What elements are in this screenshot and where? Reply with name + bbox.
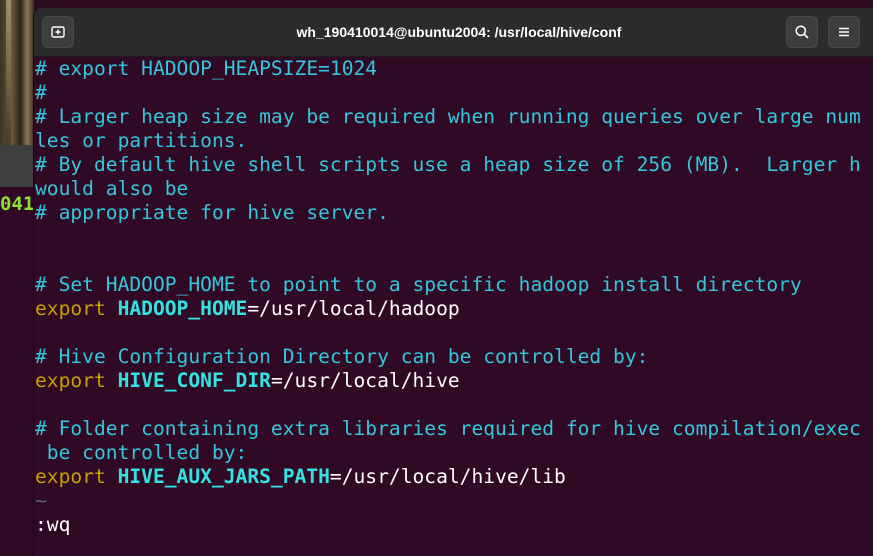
variable-name: HIVE_CONF_DIR [117,369,271,392]
export-keyword: export [35,369,106,392]
background-terminal[interactable] [0,187,34,550]
comment-line: # appropriate for hive server. [35,201,389,224]
comment-line: # Hive Configuration Directory can be co… [35,345,649,368]
export-line-hive-conf-dir: export HIVE_CONF_DIR=/usr/local/hive [35,369,873,393]
comment-line: les or partitions. [35,129,248,152]
new-tab-button[interactable] [42,16,74,48]
comment-line: # [35,81,47,104]
comment-line: # By default hive shell scripts use a he… [35,153,861,176]
title-bar[interactable]: wh_190410014@ubuntu2004: /usr/local/hive… [34,8,873,57]
variable-value: =/usr/local/hadoop [247,297,460,320]
background-window-bar [0,145,34,187]
variable-value: =/usr/local/hive/lib [329,465,566,488]
variable-value: =/usr/local/hive [270,369,460,392]
variable-name: HADOOP_HOME [117,297,248,320]
vim-command-line[interactable]: :wq [35,513,873,537]
background-terminal-text: 0410014 [0,193,34,215]
terminal-window[interactable]: wh_190410014@ubuntu2004: /usr/local/hive… [33,8,873,556]
comment-line: would also be [35,177,189,200]
export-keyword: export [35,465,106,488]
comment-line: # Folder containing extra libraries requ… [35,417,861,440]
export-line-hadoop-home: export HADOOP_HOME=/usr/local/hadoop [35,297,873,321]
empty-buffer-marker: ~ [35,489,47,512]
background-wallpaper [0,0,34,145]
window-title: wh_190410014@ubuntu2004: /usr/local/hive… [296,24,622,40]
search-button[interactable] [786,16,818,48]
search-icon [795,25,809,39]
comment-line: # Larger heap size may be required when … [35,105,861,128]
export-keyword: export [35,297,106,320]
hamburger-menu-icon [839,27,849,37]
comment-line: # Set HADOOP_HOME to point to a specific… [35,273,802,296]
vim-editor-area[interactable]: # export HADOOP_HEAPSIZE=1024 # # Larger… [34,57,873,556]
export-line-hive-aux-jars-path: export HIVE_AUX_JARS_PATH=/usr/local/hiv… [35,465,873,489]
comment-line: be controlled by: [35,441,248,464]
comment-line: # export HADOOP_HEAPSIZE=1024 [35,57,378,80]
variable-name: HIVE_AUX_JARS_PATH [117,465,330,488]
new-tab-icon [51,26,65,38]
menu-button[interactable] [828,16,860,48]
